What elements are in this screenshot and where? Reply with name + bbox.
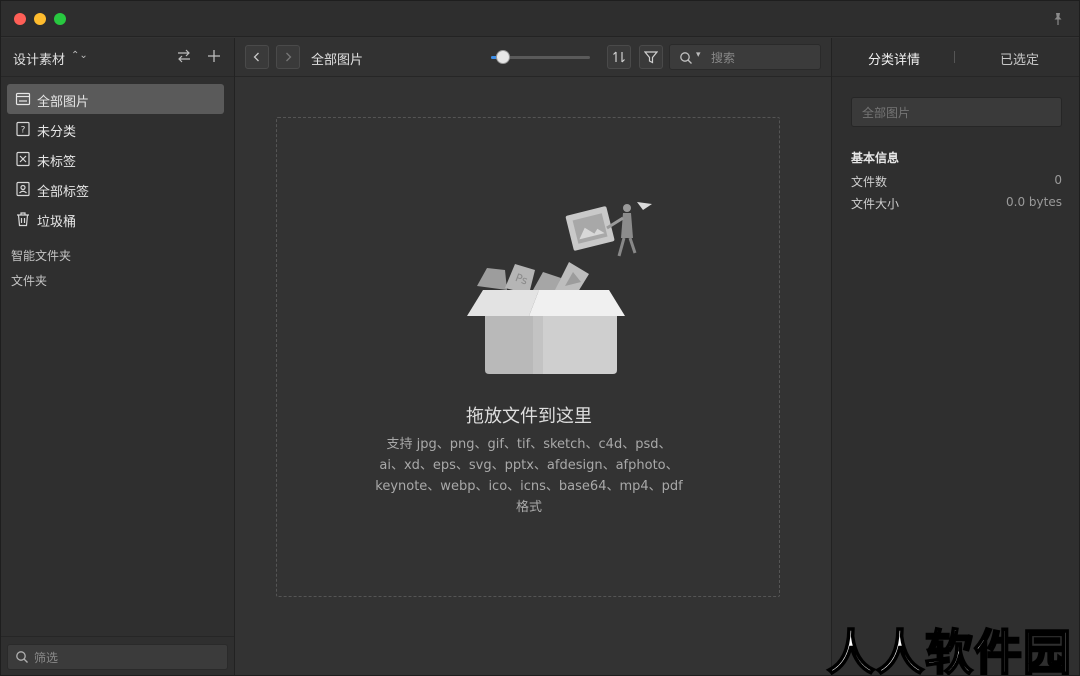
sidebar-item-label: 未标签 [37,155,77,170]
library-switch-chevron-icon[interactable]: ⌃⌄ [71,50,88,61]
funnel-icon [644,51,658,64]
drop-zone[interactable]: Ps 拖放文件到这里 支持 jpg、png、gif、tif、sketch、c4d… [276,117,780,597]
close-window-button[interactable] [14,13,26,25]
search-icon [680,52,692,64]
untagged-icon [16,151,30,167]
sidebar-item-all-images[interactable]: 全部图片 [7,84,224,114]
supported-formats-line: keynote、webp、ico、icns、base64、mp4、pdf [375,479,683,494]
forward-button[interactable] [276,45,300,69]
search-input[interactable] [711,49,816,67]
drop-zone-description: 支持 jpg、png、gif、tif、sketch、c4d、psd、 ai、xd… [357,434,701,518]
filter-input[interactable] [34,649,214,667]
chevron-down-icon[interactable]: ▾ [696,50,701,60]
app-window: 设计素材 ⌃⌄ 全部图片 ? 未分类 未标签 全部标签 垃圾桶 智能文件夹 文件… [0,0,1080,676]
swap-icon[interactable] [176,48,192,64]
back-button[interactable] [245,45,269,69]
sort-button[interactable] [607,45,631,69]
sidebar-item-label: 全部图片 [37,95,90,110]
main-content: 全部图片 ▾ 搜索 Ps 拖放文件到这里 支持 jpg、png、gif、tif、… [235,38,831,675]
sort-icon [613,51,625,63]
inspector-panel: 分类详情 已选定 基本信息 文件数 0 文件大小 0.0 bytes [831,38,1079,675]
filter-field[interactable] [7,644,228,670]
supported-formats-line: ai、xd、eps、svg、pptx、afdesign、afphoto、 [379,458,679,473]
chevron-right-icon [286,52,292,62]
tab-selected[interactable]: 已选定 [1000,49,1039,68]
zoom-slider-knob[interactable] [495,50,510,64]
supported-formats-line: 格式 [515,500,542,515]
watermark-text: 人人软件园 [826,624,1073,676]
sidebar-item-uncategorized[interactable]: ? 未分类 [7,114,224,144]
sidebar: 设计素材 ⌃⌄ 全部图片 ? 未分类 未标签 全部标签 垃圾桶 智能文件夹 文件… [1,38,235,675]
search-field[interactable]: ▾ [669,44,821,70]
sidebar-item-label: 未分类 [37,125,77,140]
library-switcher[interactable]: 设计素材 [13,49,65,68]
uncategorized-icon: ? [16,121,30,137]
minimize-window-button[interactable] [34,13,46,25]
file-count-label: 文件数 [851,175,888,189]
sidebar-nav: 全部图片 ? 未分类 未标签 全部标签 垃圾桶 [1,84,234,234]
library-header: 设计素材 ⌃⌄ [1,38,234,77]
empty-box-illustration: Ps [467,202,652,374]
file-count-row: 文件数 0 [851,173,1062,191]
svg-text:?: ? [21,126,26,136]
sidebar-item-trash[interactable]: 垃圾桶 [7,204,224,234]
pin-icon[interactable] [1051,12,1065,26]
category-name-field[interactable] [851,97,1062,127]
file-size-value: 0.0 bytes [1006,195,1062,209]
folders-section[interactable]: 文件夹 [11,272,47,289]
inspector-tabs: 分类详情 已选定 [832,38,1079,77]
supported-formats-line: 支持 jpg、png、gif、tif、sketch、c4d、psd、 [386,437,672,452]
file-size-row: 文件大小 0.0 bytes [851,195,1062,213]
toolbar: 全部图片 ▾ [235,38,831,77]
all-tags-icon [16,181,30,197]
file-count-value: 0 [1054,173,1062,187]
basic-info-title: 基本信息 [851,151,900,165]
search-icon [16,651,28,663]
smart-folders-section[interactable]: 智能文件夹 [11,247,71,264]
zoom-window-button[interactable] [54,13,66,25]
file-size-label: 文件大小 [851,197,900,211]
chevron-left-icon [253,52,259,62]
tab-category-details[interactable]: 分类详情 [868,49,920,68]
page-title: 全部图片 [311,53,364,68]
add-icon[interactable] [206,48,222,64]
all-images-icon [15,92,31,106]
title-bar [1,1,1079,37]
sidebar-item-all-tags[interactable]: 全部标签 [7,174,224,204]
trash-icon [17,212,29,227]
divider [1,636,234,637]
sidebar-item-untagged[interactable]: 未标签 [7,144,224,174]
sidebar-item-label: 全部标签 [37,185,90,200]
sidebar-item-label: 垃圾桶 [37,215,77,230]
tab-divider [954,51,955,63]
filter-button[interactable] [639,45,663,69]
drop-zone-title: 拖放文件到这里 [466,406,592,427]
category-name-input[interactable] [862,104,1052,122]
